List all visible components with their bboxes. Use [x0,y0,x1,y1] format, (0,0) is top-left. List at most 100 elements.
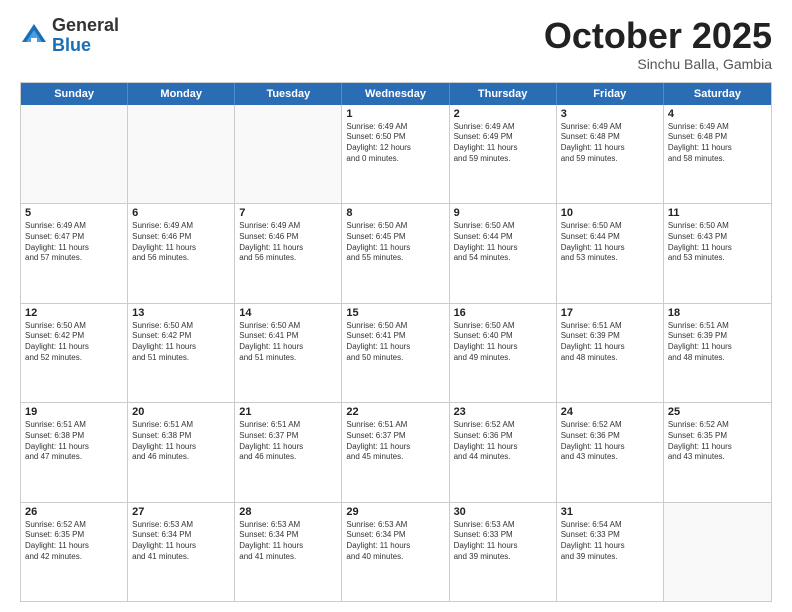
cal-cell-empty [128,105,235,203]
cell-info: Sunrise: 6:52 AMSunset: 6:35 PMDaylight:… [25,520,123,563]
cell-info: Sunrise: 6:49 AMSunset: 6:46 PMDaylight:… [239,221,337,264]
day-number: 5 [25,207,123,219]
cal-cell-day-31: 31 Sunrise: 6:54 AMSunset: 6:33 PMDayligh… [557,503,664,601]
cell-info: Sunrise: 6:49 AMSunset: 6:48 PMDaylight:… [561,122,659,165]
cal-cell-day-6: 6Sunrise: 6:49 AMSunset: 6:46 PMDaylight… [128,204,235,302]
cal-cell-day-4: 4Sunrise: 6:49 AMSunset: 6:48 PMDaylight… [664,105,771,203]
cell-info: Sunrise: 6:53 AMSunset: 6:34 PMDaylight:… [239,520,337,563]
day-header-friday: Friday [557,83,664,105]
day-number: 12 [25,307,123,319]
cal-cell-day-1: 1 Sunrise: 6:49 AMSunset: 6:50 PMDaylight… [342,105,449,203]
day-number: 10 [561,207,659,219]
cell-info: Sunrise: 6:50 AMSunset: 6:41 PMDaylight:… [239,321,337,364]
cell-info: Sunrise: 6:54 AMSunset: 6:33 PMDaylight:… [561,520,659,563]
calendar: SundayMondayTuesdayWednesdayThursdayFrid… [20,82,772,602]
day-number: 3 [561,108,659,120]
cal-cell-day-7: 7 Sunrise: 6:49 AMSunset: 6:46 PMDaylight… [235,204,342,302]
cal-cell-day-22: 22 Sunrise: 6:51 AMSunset: 6:37 PMDayligh… [342,403,449,501]
cell-info: Sunrise: 6:50 AMSunset: 6:44 PMDaylight:… [454,221,552,264]
cell-info: Sunrise: 6:50 AMSunset: 6:43 PMDaylight:… [668,221,767,264]
cal-cell-day-20: 20 Sunrise: 6:51 AMSunset: 6:38 PMDayligh… [128,403,235,501]
cal-cell-day-23: 23 Sunrise: 6:52 AMSunset: 6:36 PMDayligh… [450,403,557,501]
cal-cell-day-24: 24 Sunrise: 6:52 AMSunset: 6:36 PMDayligh… [557,403,664,501]
cal-cell-day-29: 29 Sunrise: 6:53 AMSunset: 6:34 PMDayligh… [342,503,449,601]
cell-info: Sunrise: 6:49 AMSunset: 6:47 PMDaylight:… [25,221,123,264]
calendar-body: 1 Sunrise: 6:49 AMSunset: 6:50 PMDaylight… [21,105,771,601]
day-number: 30 [454,506,552,518]
cal-cell-day-30: 30Sunrise: 6:53 AMSunset: 6:33 PMDayligh… [450,503,557,601]
day-number: 18 [668,307,767,319]
cell-info: Sunrise: 6:49 AMSunset: 6:48 PMDaylight:… [668,122,767,165]
day-number: 27 [132,506,230,518]
cell-info: Sunrise: 6:52 AMSunset: 6:36 PMDaylight:… [454,420,552,463]
cell-info: Sunrise: 6:50 AMSunset: 6:45 PMDaylight:… [346,221,444,264]
day-number: 20 [132,406,230,418]
cell-info: Sunrise: 6:52 AMSunset: 6:36 PMDaylight:… [561,420,659,463]
day-number: 8 [346,207,444,219]
cal-cell-day-2: 2 Sunrise: 6:49 AMSunset: 6:49 PMDaylight… [450,105,557,203]
cell-info: Sunrise: 6:50 AMSunset: 6:44 PMDaylight:… [561,221,659,264]
cal-cell-empty [235,105,342,203]
cal-cell-day-21: 21 Sunrise: 6:51 AMSunset: 6:37 PMDayligh… [235,403,342,501]
day-number: 24 [561,406,659,418]
cal-cell-day-28: 28 Sunrise: 6:53 AMSunset: 6:34 PMDayligh… [235,503,342,601]
cal-cell-empty [21,105,128,203]
day-number: 2 [454,108,552,120]
cell-info: Sunrise: 6:51 AMSunset: 6:37 PMDaylight:… [239,420,337,463]
cell-info: Sunrise: 6:51 AMSunset: 6:37 PMDaylight:… [346,420,444,463]
cell-info: Sunrise: 6:50 AMSunset: 6:42 PMDaylight:… [132,321,230,364]
title-area: October 2025 Sinchu Balla, Gambia [544,16,772,72]
calendar-header: SundayMondayTuesdayWednesdayThursdayFrid… [21,83,771,105]
location: Sinchu Balla, Gambia [544,56,772,72]
cal-cell-day-15: 15 Sunrise: 6:50 AMSunset: 6:41 PMDayligh… [342,304,449,402]
cal-cell-day-19: 19Sunrise: 6:51 AMSunset: 6:38 PMDayligh… [21,403,128,501]
cal-week-5: 26Sunrise: 6:52 AMSunset: 6:35 PMDayligh… [21,503,771,601]
cal-cell-day-16: 16Sunrise: 6:50 AMSunset: 6:40 PMDayligh… [450,304,557,402]
day-number: 23 [454,406,552,418]
day-header-sunday: Sunday [21,83,128,105]
day-number: 16 [454,307,552,319]
cell-info: Sunrise: 6:49 AMSunset: 6:50 PMDaylight:… [346,122,444,165]
logo: General Blue [20,16,119,56]
cell-info: Sunrise: 6:49 AMSunset: 6:46 PMDaylight:… [132,221,230,264]
logo-text: General Blue [52,16,119,56]
cal-cell-day-12: 12 Sunrise: 6:50 AMSunset: 6:42 PMDayligh… [21,304,128,402]
cell-info: Sunrise: 6:50 AMSunset: 6:42 PMDaylight:… [25,321,123,364]
cal-cell-day-9: 9 Sunrise: 6:50 AMSunset: 6:44 PMDaylight… [450,204,557,302]
day-header-wednesday: Wednesday [342,83,449,105]
day-number: 22 [346,406,444,418]
cell-info: Sunrise: 6:53 AMSunset: 6:34 PMDaylight:… [132,520,230,563]
day-number: 29 [346,506,444,518]
cal-cell-day-11: 11Sunrise: 6:50 AMSunset: 6:43 PMDayligh… [664,204,771,302]
day-number: 14 [239,307,337,319]
cal-cell-day-14: 14 Sunrise: 6:50 AMSunset: 6:41 PMDayligh… [235,304,342,402]
logo-general: General [52,16,119,36]
cal-cell-day-5: 5 Sunrise: 6:49 AMSunset: 6:47 PMDaylight… [21,204,128,302]
cal-cell-day-13: 13Sunrise: 6:50 AMSunset: 6:42 PMDayligh… [128,304,235,402]
day-number: 1 [346,108,444,120]
logo-icon [20,22,48,50]
day-number: 21 [239,406,337,418]
day-number: 9 [454,207,552,219]
month-title: October 2025 [544,16,772,56]
day-number: 15 [346,307,444,319]
cal-cell-day-17: 17Sunrise: 6:51 AMSunset: 6:39 PMDayligh… [557,304,664,402]
day-number: 25 [668,406,767,418]
cal-week-1: 1 Sunrise: 6:49 AMSunset: 6:50 PMDaylight… [21,105,771,204]
cal-cell-day-25: 25 Sunrise: 6:52 AMSunset: 6:35 PMDayligh… [664,403,771,501]
day-number: 7 [239,207,337,219]
cell-info: Sunrise: 6:52 AMSunset: 6:35 PMDaylight:… [668,420,767,463]
cal-cell-day-26: 26Sunrise: 6:52 AMSunset: 6:35 PMDayligh… [21,503,128,601]
page: General Blue October 2025 Sinchu Balla, … [0,0,792,612]
day-header-tuesday: Tuesday [235,83,342,105]
cal-cell-day-27: 27 Sunrise: 6:53 AMSunset: 6:34 PMDayligh… [128,503,235,601]
day-number: 28 [239,506,337,518]
cal-week-4: 19Sunrise: 6:51 AMSunset: 6:38 PMDayligh… [21,403,771,502]
cell-info: Sunrise: 6:50 AMSunset: 6:41 PMDaylight:… [346,321,444,364]
day-number: 31 [561,506,659,518]
cell-info: Sunrise: 6:53 AMSunset: 6:34 PMDaylight:… [346,520,444,563]
cell-info: Sunrise: 6:49 AMSunset: 6:49 PMDaylight:… [454,122,552,165]
cal-cell-day-3: 3 Sunrise: 6:49 AMSunset: 6:48 PMDaylight… [557,105,664,203]
cal-week-3: 12 Sunrise: 6:50 AMSunset: 6:42 PMDayligh… [21,304,771,403]
cell-info: Sunrise: 6:51 AMSunset: 6:38 PMDaylight:… [132,420,230,463]
